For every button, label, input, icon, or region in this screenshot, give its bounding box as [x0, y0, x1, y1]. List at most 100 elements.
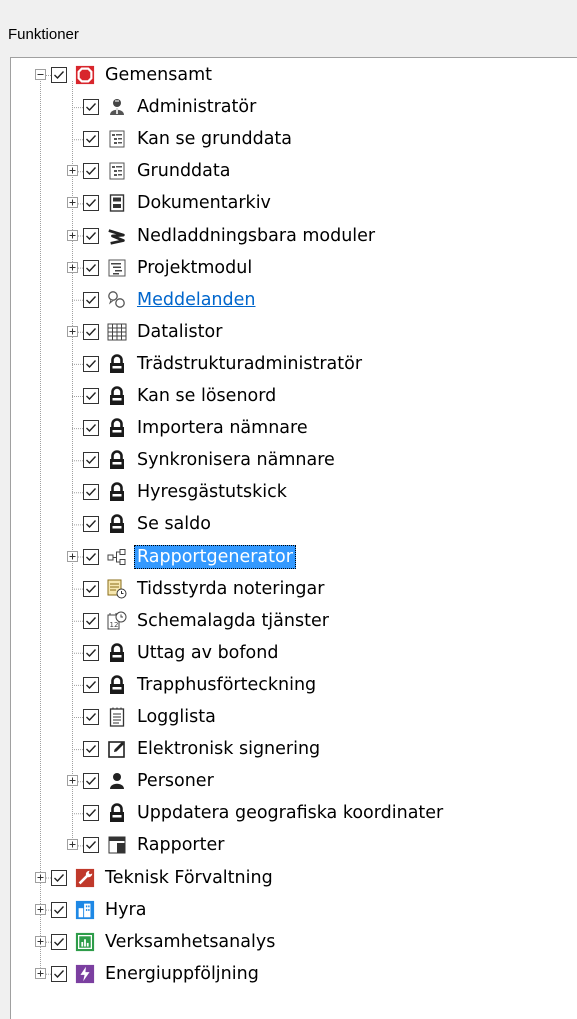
expand-toggle[interactable]: [67, 197, 78, 209]
node-checkbox[interactable]: [83, 323, 99, 340]
tree-node[interactable]: Projektmodul: [11, 256, 571, 280]
tree-node-label[interactable]: Administratör: [137, 95, 256, 119]
tree-node-label[interactable]: Hyra: [105, 898, 146, 922]
node-checkbox[interactable]: [51, 965, 67, 982]
tree-node[interactable]: Kan se lösenord: [11, 384, 571, 408]
tree-node[interactable]: Nedladdningsbara moduler: [11, 224, 571, 248]
node-checkbox[interactable]: [83, 773, 99, 790]
node-checkbox[interactable]: [83, 131, 99, 148]
node-checkbox[interactable]: [83, 580, 99, 597]
tree-node[interactable]: Logglista: [11, 705, 571, 729]
tree-node[interactable]: Verksamhetsanalys: [11, 930, 571, 954]
tree-node-label[interactable]: Hyresgästutskick: [137, 480, 287, 504]
function-tree[interactable]: Gemensamt Administratör Kan se grunddata Gr…: [10, 57, 577, 1019]
expand-toggle[interactable]: [35, 871, 46, 883]
tree-node-label[interactable]: Datalistor: [137, 320, 222, 344]
tree-node[interactable]: 12 Schemalagda tjänster: [11, 609, 571, 633]
tree-node-label[interactable]: Tidsstyrda noteringar: [137, 577, 324, 601]
tree-node-label[interactable]: Verksamhetsanalys: [105, 930, 275, 954]
node-checkbox[interactable]: [83, 452, 99, 469]
expand-toggle[interactable]: [67, 325, 78, 337]
tree-node[interactable]: Energiuppföljning: [11, 962, 571, 986]
tree-node[interactable]: Datalistor: [11, 320, 571, 344]
tree-node[interactable]: Trädstrukturadministratör: [11, 352, 571, 376]
node-checkbox[interactable]: [51, 67, 67, 83]
expand-toggle[interactable]: [35, 935, 46, 947]
tree-node-label[interactable]: Kan se grunddata: [137, 127, 292, 151]
node-checkbox[interactable]: [83, 291, 99, 308]
tree-node-label[interactable]: Uttag av bofond: [137, 641, 278, 665]
expand-toggle[interactable]: [67, 775, 78, 787]
tree-node[interactable]: Uppdatera geografiska koordinater: [11, 801, 571, 825]
tree-node-label[interactable]: Schemalagda tjänster: [137, 609, 329, 633]
expand-toggle[interactable]: [35, 967, 46, 979]
node-checkbox[interactable]: [83, 99, 99, 116]
tree-node-label[interactable]: Logglista: [137, 705, 216, 729]
expand-toggle[interactable]: [67, 550, 78, 562]
expand-toggle[interactable]: [67, 229, 78, 241]
node-checkbox[interactable]: [83, 355, 99, 372]
tree-node[interactable]: Uttag av bofond: [11, 641, 571, 665]
node-checkbox[interactable]: [83, 837, 99, 854]
node-checkbox[interactable]: [51, 869, 67, 886]
tree-node[interactable]: Se saldo: [11, 512, 571, 536]
tree-node-label[interactable]: Nedladdningsbara moduler: [137, 224, 375, 248]
node-checkbox[interactable]: [83, 227, 99, 244]
tree-node-label[interactable]: Energiuppföljning: [105, 962, 259, 986]
tree-node-label[interactable]: Synkronisera nämnare: [137, 448, 335, 472]
tree-node[interactable]: Administratör: [11, 95, 571, 119]
tree-node-label[interactable]: Rapporter: [137, 833, 224, 857]
node-checkbox[interactable]: [83, 548, 99, 565]
tree-node-label[interactable]: Elektronisk signering: [137, 737, 320, 761]
node-checkbox[interactable]: [83, 484, 99, 501]
node-checkbox[interactable]: [51, 933, 67, 950]
tree-node[interactable]: Kan se grunddata: [11, 127, 571, 151]
tree-node[interactable]: Hyresgästutskick: [11, 480, 571, 504]
tree-node-label[interactable]: Importera nämnare: [137, 416, 308, 440]
expand-toggle[interactable]: [67, 839, 78, 851]
expand-toggle[interactable]: [67, 261, 78, 273]
tree-node[interactable]: Rapportgenerator: [11, 544, 571, 569]
node-checkbox[interactable]: [83, 516, 99, 533]
tree-node-label[interactable]: Trädstrukturadministratör: [137, 352, 362, 376]
tree-node[interactable]: Gemensamt: [11, 63, 571, 87]
tree-node[interactable]: Tidsstyrda noteringar: [11, 577, 571, 601]
tree-node-label[interactable]: Meddelanden: [137, 288, 256, 312]
tree-node[interactable]: Rapporter: [11, 833, 571, 857]
tree-node-label[interactable]: Dokumentarkiv: [137, 191, 271, 215]
tree-node[interactable]: Dokumentarkiv: [11, 191, 571, 215]
tree-node[interactable]: Elektronisk signering: [11, 737, 571, 761]
tree-node[interactable]: Personer: [11, 769, 571, 793]
tree-node-label[interactable]: Rapportgenerator: [134, 544, 296, 569]
node-checkbox[interactable]: [83, 676, 99, 693]
tree-node-label[interactable]: Grunddata: [137, 159, 230, 183]
tree-node-label[interactable]: Personer: [137, 769, 214, 793]
collapse-toggle[interactable]: [35, 69, 46, 80]
tree-node-label[interactable]: Kan se lösenord: [137, 384, 276, 408]
node-checkbox[interactable]: [83, 612, 99, 629]
node-checkbox[interactable]: [83, 709, 99, 725]
tree-node-label[interactable]: Projektmodul: [137, 256, 252, 280]
node-checkbox[interactable]: [83, 644, 99, 661]
expand-toggle[interactable]: [67, 165, 78, 177]
node-checkbox[interactable]: [83, 195, 99, 212]
tree-node[interactable]: Synkronisera nämnare: [11, 448, 571, 472]
node-checkbox[interactable]: [83, 259, 99, 276]
node-checkbox[interactable]: [83, 741, 99, 758]
tree-node[interactable]: Teknisk Förvaltning: [11, 866, 571, 890]
tree-node[interactable]: Importera nämnare: [11, 416, 571, 440]
tree-node[interactable]: Grunddata: [11, 159, 571, 183]
node-checkbox[interactable]: [51, 901, 67, 918]
tree-node-label[interactable]: Gemensamt: [105, 63, 212, 87]
tree-node[interactable]: Hyra: [11, 898, 571, 922]
tree-node[interactable]: Trapphusförteckning: [11, 673, 571, 697]
node-checkbox[interactable]: [83, 420, 99, 437]
node-checkbox[interactable]: [83, 805, 99, 822]
tree-node-label[interactable]: Se saldo: [137, 512, 211, 536]
tree-node-label[interactable]: Teknisk Förvaltning: [105, 866, 273, 890]
expand-toggle[interactable]: [35, 903, 46, 915]
tree-node[interactable]: Meddelanden: [11, 288, 571, 312]
node-checkbox[interactable]: [83, 388, 99, 404]
node-checkbox[interactable]: [83, 163, 99, 180]
tree-node-label[interactable]: Uppdatera geografiska koordinater: [137, 801, 443, 825]
